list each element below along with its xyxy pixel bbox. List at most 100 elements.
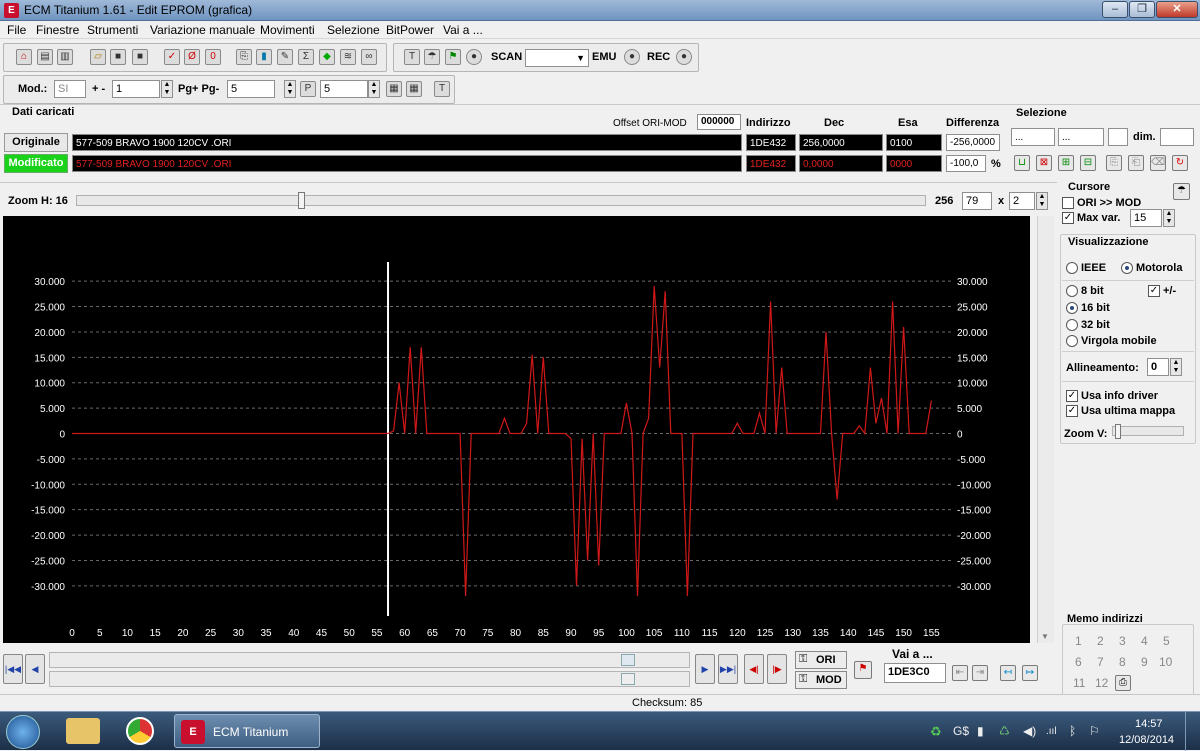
bluetooth-tray-icon[interactable]: ᛒ: [1069, 724, 1076, 738]
max-var-field[interactable]: 15: [1130, 209, 1162, 227]
signal-tray-icon[interactable]: .ııl: [1046, 726, 1057, 737]
show-desktop-button[interactable]: [1185, 712, 1200, 751]
zoom-v-track[interactable]: [1112, 424, 1184, 439]
chrome-taskbar-icon[interactable]: [126, 717, 154, 745]
zoom-h-track[interactable]: [76, 192, 926, 209]
memo-3[interactable]: 3: [1119, 634, 1126, 648]
t-icon[interactable]: T: [434, 81, 450, 97]
lock-icon[interactable]: ☂: [424, 49, 440, 65]
zero-icon[interactable]: 0: [205, 49, 221, 65]
binoculars-icon[interactable]: ∞: [361, 49, 377, 65]
checklist-icon[interactable]: ✓: [164, 49, 180, 65]
lock-cursor-icon[interactable]: ☂: [1173, 183, 1190, 200]
open-folder-icon[interactable]: ▱: [90, 49, 106, 65]
grid-a-icon[interactable]: ▦: [386, 81, 402, 97]
chart-color-icon[interactable]: ◆: [319, 49, 335, 65]
nav-prev-icon[interactable]: ◀: [25, 654, 45, 684]
zoom-h-thumb[interactable]: [298, 192, 305, 209]
goto-right-icon[interactable]: ⇥: [972, 665, 988, 681]
update-tray-icon[interactable]: ♺: [999, 724, 1010, 738]
sel-both-icon[interactable]: ⊞: [1058, 155, 1074, 171]
max-var-stepper[interactable]: ▲ ▼: [1163, 209, 1175, 227]
vai-a-field[interactable]: 1DE3C0: [884, 663, 946, 683]
bookmark-next-icon[interactable]: ↦: [1022, 665, 1038, 681]
memo-1[interactable]: 1: [1075, 634, 1082, 648]
refresh-icon[interactable]: ↻: [1172, 155, 1188, 171]
sum-icon[interactable]: Σ: [298, 49, 314, 65]
gs-tray-icon[interactable]: G$: [953, 724, 969, 738]
memo-5[interactable]: 5: [1163, 634, 1170, 648]
start-button[interactable]: [6, 715, 40, 749]
windows-icon[interactable]: ▤: [37, 49, 53, 65]
pm-field[interactable]: 1: [112, 80, 160, 98]
usa-info-checkbox[interactable]: ✓: [1066, 390, 1078, 402]
hex-graph-chart[interactable]: 30.000 30.000 25.000 25.000 20.000 20.000 15.0…: [3, 216, 1030, 643]
ecm-taskbar-button[interactable]: E ECM Titanium: [174, 714, 320, 748]
p-stepper[interactable]: ▲ ▼: [368, 80, 380, 98]
rec-label[interactable]: REC: [647, 51, 670, 63]
save-as-icon[interactable]: ■: [132, 49, 148, 65]
memo-10[interactable]: 10: [1159, 655, 1172, 669]
memo-save-icon[interactable]: ⎙: [1115, 675, 1131, 691]
pm-stepper[interactable]: ▲ ▼: [161, 80, 173, 98]
delete-sel-icon[interactable]: ⌫: [1150, 155, 1166, 171]
explorer-taskbar-icon[interactable]: [66, 718, 100, 744]
dim-field[interactable]: [1160, 128, 1194, 146]
nav-next-icon[interactable]: ▶: [695, 654, 715, 684]
record-dot-icon[interactable]: ●: [466, 49, 482, 65]
scan-dropdown[interactable]: ▼: [525, 49, 589, 67]
nav-red-right-icon[interactable]: |▶: [767, 654, 787, 684]
pg-stepper[interactable]: ▲ ▼: [284, 80, 296, 98]
graph-icon[interactable]: ≋: [340, 49, 356, 65]
scroll-down-icon[interactable]: ▼: [1041, 632, 1049, 641]
goto-left-icon[interactable]: ⇤: [952, 665, 968, 681]
emu-dot-icon[interactable]: ●: [624, 49, 640, 65]
copy-icon[interactable]: ⎘: [236, 49, 252, 65]
ori-mod-checkbox[interactable]: [1062, 197, 1074, 209]
flag-tray-icon[interactable]: ⚐: [1089, 724, 1100, 738]
menu-vai-a[interactable]: Vai a ...: [443, 23, 483, 37]
memo-9[interactable]: 9: [1141, 655, 1148, 669]
sel-to-field[interactable]: ...: [1058, 128, 1104, 146]
map-icon[interactable]: Ø: [184, 49, 200, 65]
tools-icon[interactable]: ✎: [277, 49, 293, 65]
sel-start-icon[interactable]: ⊔: [1014, 155, 1030, 171]
close-doc-icon[interactable]: ▥: [57, 49, 73, 65]
sel-from-field[interactable]: ...: [1011, 128, 1055, 146]
chip-icon[interactable]: ▮: [256, 49, 272, 65]
memo-11[interactable]: 11: [1073, 676, 1085, 690]
memo-7[interactable]: 7: [1097, 655, 1104, 669]
sel-end-icon[interactable]: ⊟: [1080, 155, 1096, 171]
motorola-radio[interactable]: [1121, 262, 1133, 274]
virgola-radio[interactable]: [1066, 335, 1078, 347]
nav-last-icon[interactable]: ▶▶|: [718, 654, 738, 684]
paste-sel-icon[interactable]: ⎗: [1128, 155, 1144, 171]
flag-icon[interactable]: ⚑: [854, 661, 872, 679]
allineamento-field[interactable]: 0: [1147, 358, 1169, 376]
chart-vertical-scrollbar[interactable]: ▼: [1037, 216, 1054, 643]
emu-label[interactable]: EMU: [592, 51, 616, 63]
restore-button[interactable]: ❐: [1129, 1, 1155, 18]
memo-12[interactable]: 12: [1095, 676, 1108, 690]
h-scrollbar-bottom[interactable]: [49, 671, 690, 687]
signed-checkbox[interactable]: ✓: [1148, 285, 1160, 297]
offset-field[interactable]: 000000: [697, 114, 741, 130]
close-button[interactable]: ✕: [1156, 1, 1198, 18]
copy-sel-icon[interactable]: ⎘: [1106, 155, 1122, 171]
zoom-mult-field[interactable]: 2: [1009, 192, 1035, 210]
runner-icon[interactable]: ⚑: [445, 49, 461, 65]
mod-field[interactable]: SI: [54, 80, 86, 98]
bookmark-prev-icon[interactable]: ↤: [1000, 665, 1016, 681]
menu-file[interactable]: File: [7, 23, 26, 37]
memo-6[interactable]: 6: [1075, 655, 1082, 669]
allineamento-stepper[interactable]: ▲ ▼: [1170, 358, 1182, 376]
bit32-radio[interactable]: [1066, 319, 1078, 331]
home-icon[interactable]: ⌂: [16, 49, 32, 65]
minimize-button[interactable]: –: [1102, 1, 1128, 18]
h-scrollbar-top[interactable]: [49, 652, 690, 668]
zoom-mult-stepper[interactable]: ▲ ▼: [1036, 192, 1048, 210]
memo-2[interactable]: 2: [1097, 634, 1104, 648]
max-var-checkbox[interactable]: ✓: [1062, 212, 1074, 224]
device-tray-icon[interactable]: ▮: [977, 724, 984, 738]
h-scroll-thumb-top[interactable]: [621, 654, 635, 666]
